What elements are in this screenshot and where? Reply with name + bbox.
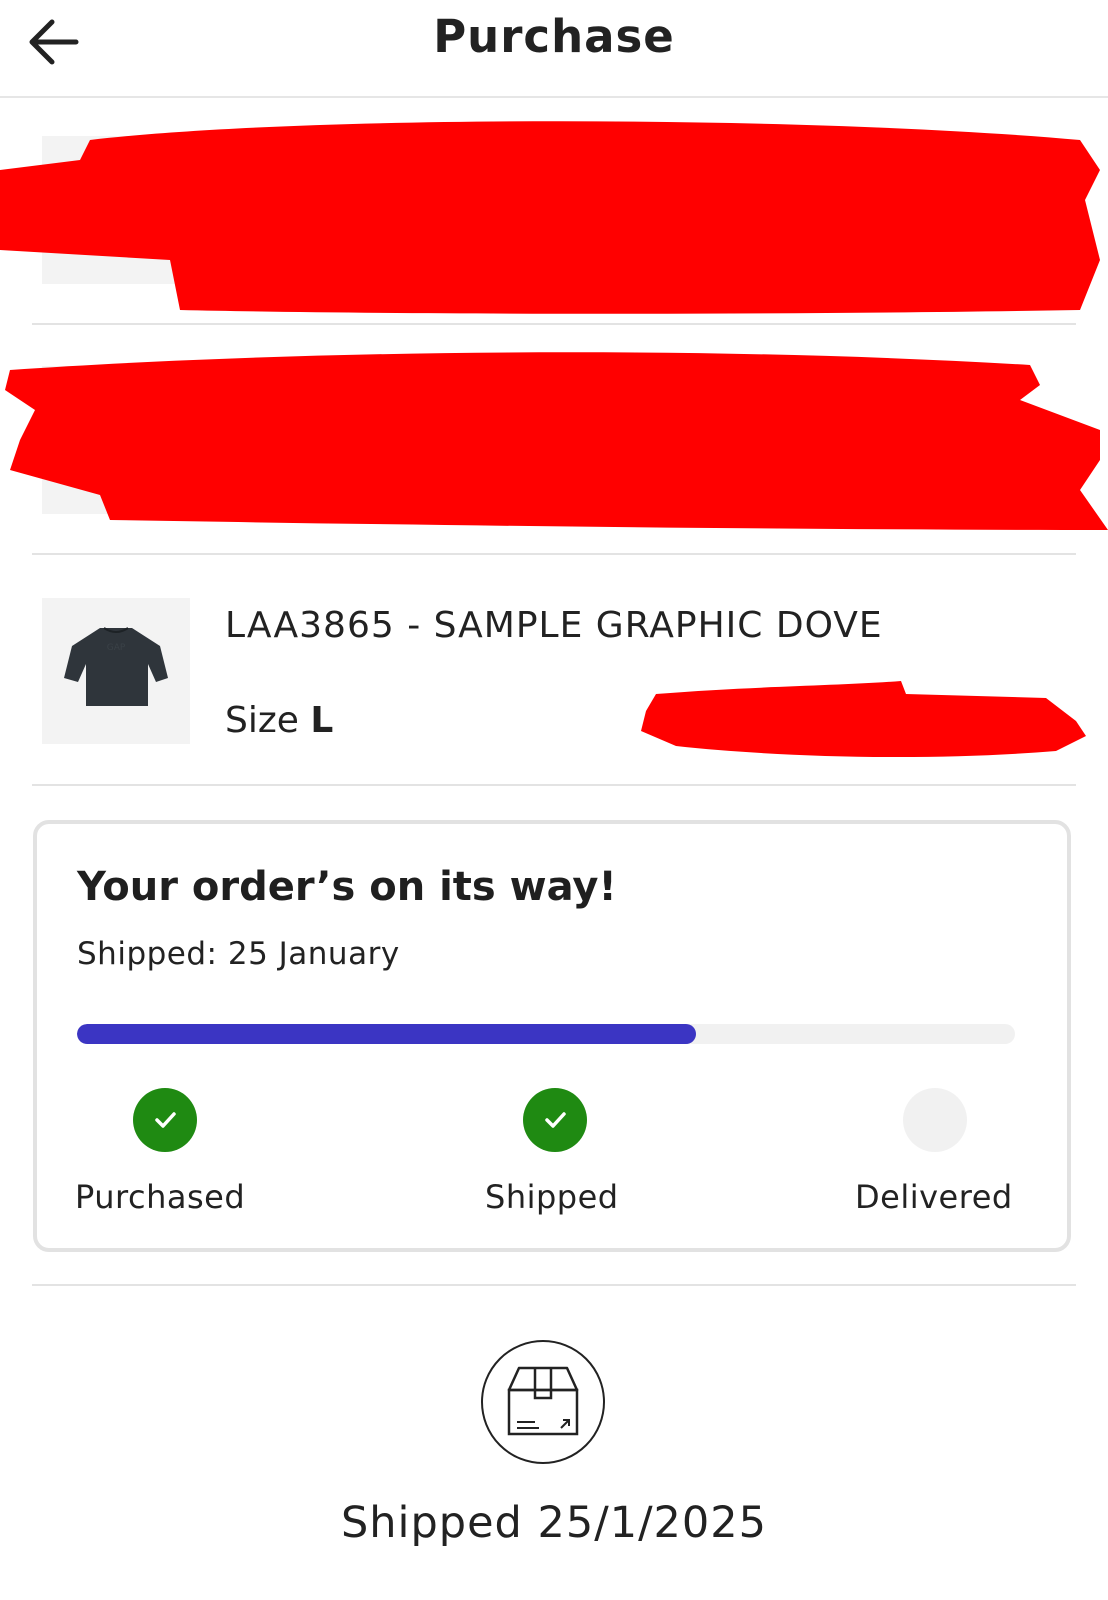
- progress-fill: [77, 1024, 697, 1044]
- step-purchased-check-icon: [133, 1088, 197, 1152]
- step-label-shipped: Shipped: [485, 1178, 619, 1216]
- size-value: L: [310, 700, 334, 741]
- redaction-mark-3: [641, 681, 1086, 758]
- divider: [32, 323, 1076, 325]
- shipped-date-label: Shipped 25/1/2025: [341, 1498, 767, 1548]
- divider: [32, 1284, 1076, 1286]
- thumbnail-logo-text: GAP: [107, 643, 126, 653]
- shipped-date-subheading: Shipped: 25 January: [77, 936, 400, 972]
- size-label: Size: [225, 700, 299, 741]
- divider: [32, 553, 1076, 555]
- step-shipped-check-icon: [523, 1088, 587, 1152]
- step-delivered-icon: [903, 1088, 967, 1152]
- top-bar: Purchase: [0, 0, 1108, 98]
- product-thumbnail[interactable]: GAP: [42, 598, 190, 744]
- order-status-card: Your order’s on its way! Shipped: 25 Jan…: [33, 820, 1071, 1252]
- step-label-purchased: Purchased: [75, 1178, 246, 1216]
- step-label-delivered: Delivered: [855, 1178, 1013, 1216]
- order-status-heading: Your order’s on its way!: [77, 864, 617, 910]
- size-row: Size L: [225, 700, 333, 741]
- divider: [32, 784, 1076, 786]
- product-title[interactable]: LAA3865 - SAMPLE GRAPHIC DOVE: [225, 605, 883, 646]
- page-title: Purchase: [433, 10, 675, 63]
- package-box-icon: [481, 1340, 605, 1464]
- redaction-mark-2: [5, 352, 1108, 530]
- redaction-mark-1: [0, 121, 1100, 314]
- progress-track: [77, 1024, 1015, 1044]
- sweater-image: GAP: [64, 627, 168, 706]
